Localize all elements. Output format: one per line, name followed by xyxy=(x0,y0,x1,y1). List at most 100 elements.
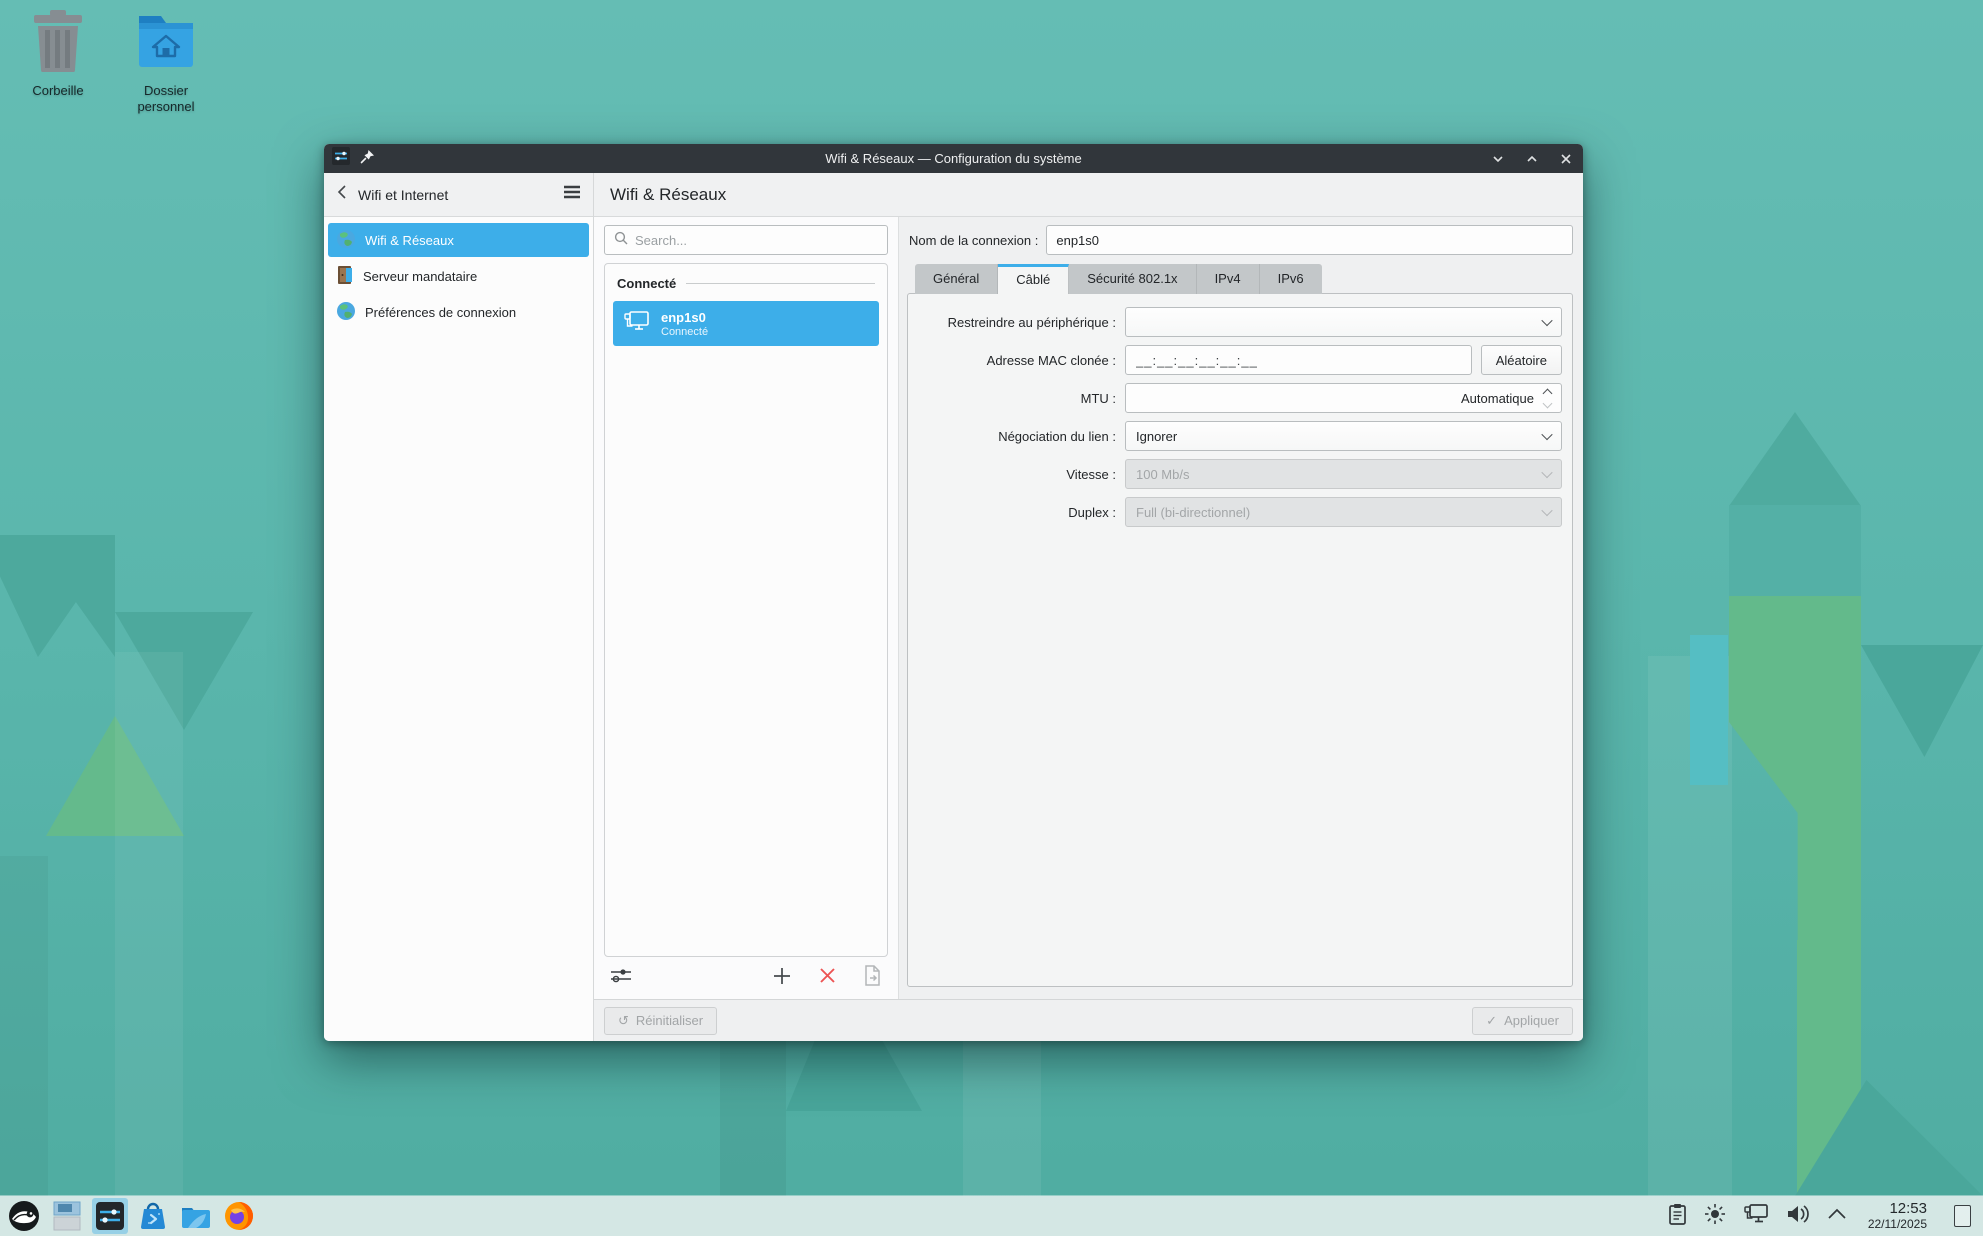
tab-general[interactable]: Général xyxy=(915,264,998,294)
search-box[interactable] xyxy=(604,225,888,255)
sidebar-header-title: Wifi et Internet xyxy=(358,187,553,203)
search-input[interactable] xyxy=(635,233,878,248)
configure-connections-icon[interactable] xyxy=(610,967,632,990)
section-divider xyxy=(686,283,875,284)
brightness-icon[interactable] xyxy=(1704,1203,1726,1230)
desktop-icon-trash[interactable]: Corbeille xyxy=(10,10,106,99)
reset-button[interactable]: ↺ Réinitialiser xyxy=(604,1007,717,1035)
task-firefox[interactable] xyxy=(221,1198,257,1234)
digital-clock[interactable]: 12:53 22/11/2025 xyxy=(1868,1201,1927,1231)
restrict-device-combobox[interactable] xyxy=(1125,307,1562,337)
link-negotiation-combobox[interactable]: Ignorer xyxy=(1125,421,1562,451)
section-label: Connecté xyxy=(617,276,676,291)
desktop-icon-home-folder[interactable]: Dossier personnel xyxy=(118,10,214,116)
clock-date: 22/11/2025 xyxy=(1868,1218,1927,1231)
wired-network-icon xyxy=(623,308,651,339)
window-title: Wifi & Réseaux — Configuration du systèm… xyxy=(324,151,1583,166)
checkmark-icon: ✓ xyxy=(1486,1013,1497,1029)
list-toolbar xyxy=(604,957,888,993)
task-discover[interactable] xyxy=(135,1198,171,1234)
hamburger-menu-icon[interactable] xyxy=(563,185,581,204)
sidebar-item-connection-preferences[interactable]: Préférences de connexion xyxy=(328,295,589,329)
random-mac-button[interactable]: Aléatoire xyxy=(1481,345,1562,375)
maximize-icon[interactable] xyxy=(1523,150,1541,168)
wallpaper-green-shape xyxy=(1729,596,1861,946)
add-connection-icon[interactable] xyxy=(772,966,792,991)
duplex-combobox: Full (bi-directionnel) xyxy=(1125,497,1562,527)
show-desktop-button[interactable] xyxy=(1954,1205,1971,1227)
wallpaper-band xyxy=(115,652,183,1196)
clipboard-icon[interactable] xyxy=(1668,1203,1687,1230)
desktop-icon-label: Dossier personnel xyxy=(118,83,214,116)
sidebar-item-wifi-networks[interactable]: Wifi & Réseaux xyxy=(328,223,589,257)
tabbar: Général Câblé Sécurité 802.1x IPv4 IPv6 xyxy=(915,264,1322,294)
wallpaper-band xyxy=(963,1037,1041,1196)
volume-icon[interactable] xyxy=(1786,1203,1810,1230)
page-title: Wifi & Réseaux xyxy=(610,185,726,205)
connection-list: Connecté xyxy=(604,263,888,957)
globe-icon xyxy=(336,229,356,252)
firefox-icon xyxy=(224,1201,254,1231)
task-dolphin[interactable] xyxy=(178,1198,214,1234)
minimize-icon[interactable] xyxy=(1489,150,1507,168)
globe-icon xyxy=(336,301,356,324)
proxy-server-icon xyxy=(336,265,354,288)
search-icon xyxy=(614,231,628,250)
wallpaper-band xyxy=(720,1037,786,1196)
virtual-desktop-pager[interactable] xyxy=(49,1198,85,1234)
spinner-arrows-icon[interactable] xyxy=(1544,390,1551,407)
wired-settings-form: Restreindre au périphérique : Adresse MA… xyxy=(907,293,1573,987)
back-icon[interactable] xyxy=(336,184,348,205)
delete-connection-icon[interactable] xyxy=(818,966,837,990)
connection-form-panel: Nom de la connexion : Général Câblé Sécu… xyxy=(899,217,1583,999)
dolphin-icon xyxy=(180,1202,212,1230)
discover-icon xyxy=(138,1201,168,1231)
connection-name: enp1s0 xyxy=(661,310,708,325)
list-section-header: Connecté xyxy=(613,274,879,301)
chevron-down-icon xyxy=(1541,467,1552,478)
network-tray-icon[interactable] xyxy=(1743,1202,1769,1230)
connection-item-enp1s0[interactable]: enp1s0 Connecté xyxy=(613,301,879,346)
sidebar-item-proxy[interactable]: Serveur mandataire xyxy=(328,259,589,293)
wallpaper-triangle xyxy=(0,535,115,657)
wallpaper-triangle xyxy=(1861,645,1983,757)
sidebar-item-label: Wifi & Réseaux xyxy=(365,233,454,248)
page-header: Wifi & Réseaux xyxy=(594,173,1583,217)
speed-label: Vitesse : xyxy=(918,467,1116,482)
wallpaper-triangle xyxy=(1729,412,1861,506)
speed-combobox: 100 Mb/s xyxy=(1125,459,1562,489)
wallpaper-band xyxy=(1729,505,1861,597)
dialog-footer: ↺ Réinitialiser ✓ Appliquer xyxy=(594,999,1583,1041)
desktop-icon-label: Corbeille xyxy=(32,83,83,99)
connection-name-label: Nom de la connexion : xyxy=(909,233,1038,248)
tab-security-8021x[interactable]: Sécurité 802.1x xyxy=(1069,264,1196,294)
taskbar: 12:53 22/11/2025 xyxy=(0,1196,1983,1236)
home-folder-icon xyxy=(135,10,197,77)
cloned-mac-input[interactable] xyxy=(1125,345,1472,375)
wallpaper-band xyxy=(0,856,48,1196)
clock-time: 12:53 xyxy=(1868,1201,1927,1218)
connection-name-input[interactable] xyxy=(1046,225,1573,255)
system-settings-window: Wifi & Réseaux — Configuration du systèm… xyxy=(324,144,1583,1041)
tray-expand-icon[interactable] xyxy=(1827,1207,1847,1225)
trash-icon xyxy=(26,10,90,77)
connection-list-panel: Connecté xyxy=(594,217,899,999)
app-launcher-button[interactable] xyxy=(6,1198,42,1234)
restrict-device-label: Restreindre au périphérique : xyxy=(918,315,1116,330)
chevron-down-icon xyxy=(1541,315,1552,326)
task-system-settings[interactable] xyxy=(92,1198,128,1234)
mtu-label: MTU : xyxy=(918,391,1116,406)
duplex-label: Duplex : xyxy=(918,505,1116,520)
tab-ipv6[interactable]: IPv6 xyxy=(1260,264,1322,294)
tab-ipv4[interactable]: IPv4 xyxy=(1197,264,1260,294)
close-icon[interactable] xyxy=(1557,150,1575,168)
wallpaper-cyan-block xyxy=(1690,635,1728,785)
apply-button[interactable]: ✓ Appliquer xyxy=(1472,1007,1573,1035)
sidebar-item-label: Serveur mandataire xyxy=(363,269,477,284)
mtu-spinbox[interactable]: Automatique xyxy=(1125,383,1562,413)
chevron-down-icon xyxy=(1541,429,1552,440)
pin-icon[interactable] xyxy=(360,149,375,169)
tab-wired[interactable]: Câblé xyxy=(998,264,1069,294)
undo-icon: ↺ xyxy=(618,1013,629,1029)
titlebar[interactable]: Wifi & Réseaux — Configuration du systèm… xyxy=(324,144,1583,173)
